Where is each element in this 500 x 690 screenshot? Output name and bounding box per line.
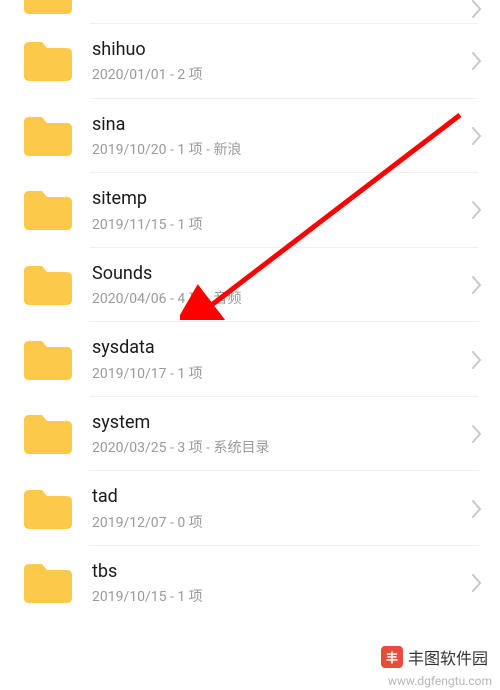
folder-item[interactable]: sitemp 2019/11/15 - 1 项 [0, 173, 500, 248]
file-list: 2019/11/15 - 1 项 shihuo 2020/01/01 - 2 项… [0, 0, 500, 621]
folder-item[interactable]: shihuo 2020/01/01 - 2 项 [0, 24, 500, 99]
file-meta: 2019/10/17 - 1 项 [92, 365, 462, 383]
file-name: tbs [92, 560, 462, 583]
watermark-url: www.dgfengtu.com [386, 674, 494, 688]
folder-icon [22, 561, 74, 605]
file-info: tad 2019/12/07 - 0 项 [92, 485, 462, 532]
chevron-right-icon [472, 500, 482, 518]
folder-item[interactable]: system 2020/03/25 - 3 项 - 系统目录 [0, 397, 500, 472]
file-meta: 2019/11/15 - 1 项 [92, 216, 462, 234]
file-info: system 2020/03/25 - 3 项 - 系统目录 [92, 411, 462, 458]
file-meta: 2019/11/15 - 1 项 [92, 0, 462, 3]
folder-item[interactable]: 2019/11/15 - 1 项 [0, 0, 500, 24]
folder-icon [22, 39, 74, 83]
file-name: sysdata [92, 336, 462, 359]
file-info: sina 2019/10/20 - 1 项 - 新浪 [92, 113, 462, 160]
file-info: tbs 2019/10/15 - 1 项 [92, 560, 462, 607]
chevron-right-icon [472, 127, 482, 145]
folder-icon [22, 114, 74, 158]
folder-icon [22, 0, 74, 16]
folder-item[interactable]: sysdata 2019/10/17 - 1 项 [0, 322, 500, 397]
file-name: tad [92, 485, 462, 508]
watermark-brand: 丰 丰图软件园 [377, 643, 492, 671]
chevron-right-icon [472, 425, 482, 443]
watermark-logo-icon: 丰 [381, 646, 403, 668]
file-name: sitemp [92, 187, 462, 210]
file-name: shihuo [92, 38, 462, 61]
chevron-right-icon [472, 201, 482, 219]
file-meta: 2020/04/06 - 4 项 - 音频 [92, 290, 462, 308]
folder-icon [22, 263, 74, 307]
folder-item[interactable]: tad 2019/12/07 - 0 项 [0, 471, 500, 546]
file-info: sitemp 2019/11/15 - 1 项 [92, 187, 462, 234]
chevron-right-icon [472, 0, 482, 18]
file-info: Sounds 2020/04/06 - 4 项 - 音频 [92, 262, 462, 309]
chevron-right-icon [472, 574, 482, 592]
file-meta: 2020/03/25 - 3 项 - 系统目录 [92, 439, 462, 457]
folder-item[interactable]: sina 2019/10/20 - 1 项 - 新浪 [0, 99, 500, 174]
file-meta: 2020/01/01 - 2 项 [92, 66, 462, 84]
folder-item[interactable]: tbs 2019/10/15 - 1 项 [0, 546, 500, 621]
folder-icon [22, 188, 74, 232]
chevron-right-icon [472, 276, 482, 294]
file-meta: 2019/10/20 - 1 项 - 新浪 [92, 141, 462, 159]
file-name: Sounds [92, 262, 462, 285]
file-info: 2019/11/15 - 1 项 [92, 0, 462, 3]
folder-icon [22, 338, 74, 382]
file-info: shihuo 2020/01/01 - 2 项 [92, 38, 462, 85]
chevron-right-icon [472, 52, 482, 70]
file-name: system [92, 411, 462, 434]
folder-icon [22, 412, 74, 456]
chevron-right-icon [472, 351, 482, 369]
file-meta: 2019/10/15 - 1 项 [92, 588, 462, 606]
folder-item[interactable]: Sounds 2020/04/06 - 4 项 - 音频 [0, 248, 500, 323]
file-info: sysdata 2019/10/17 - 1 项 [92, 336, 462, 383]
watermark-brand-text: 丰图软件园 [408, 645, 488, 669]
file-meta: 2019/12/07 - 0 项 [92, 514, 462, 532]
file-name: sina [92, 113, 462, 136]
folder-icon [22, 487, 74, 531]
